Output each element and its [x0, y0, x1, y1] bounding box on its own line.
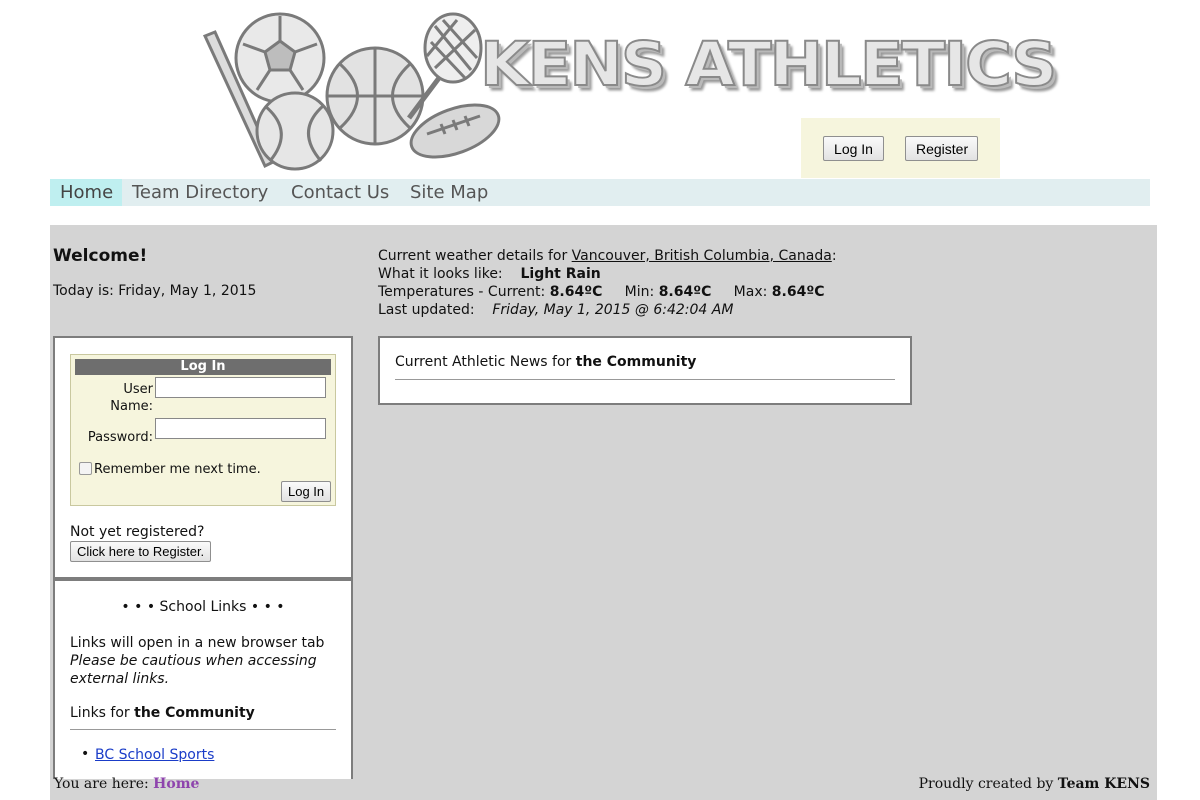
news-title-prefix: Current Athletic News for: [395, 354, 576, 370]
link-bc-school-sports[interactable]: BC School Sports: [95, 747, 214, 763]
login-submit-button[interactable]: Log In: [281, 481, 332, 502]
weather-max-label: Max:: [733, 284, 772, 300]
links-heading-prefix: Links for: [70, 705, 135, 721]
footer-credit: Proudly created by Team KENS: [919, 776, 1150, 792]
username-input[interactable]: [155, 377, 326, 398]
links-note-line2: Please be cautious when accessing extern…: [70, 653, 317, 687]
login-panel: Log In User Name: Password: Remember me …: [53, 336, 353, 579]
weather-looks-value: Light Rain: [520, 266, 601, 282]
links-note: Links will open in a new browser tab Ple…: [70, 634, 340, 688]
footer-credit-prefix: Proudly created by: [918, 776, 1058, 792]
today-date: Today is: Friday, May 1, 2015: [53, 283, 257, 299]
weather-max-temp: 8.64ºC: [771, 284, 825, 300]
weather-intro: Current weather details for: [378, 248, 572, 264]
links-divider: [70, 729, 336, 730]
welcome-heading: Welcome!: [53, 246, 148, 266]
login-title: Log In: [75, 359, 331, 375]
news-title-bold: the Community: [575, 354, 697, 370]
username-label-line2: Name:: [110, 399, 153, 414]
breadcrumb-home-link[interactable]: Home: [153, 776, 199, 792]
weather-min-label: Min:: [624, 284, 659, 300]
header: KENS ATHLETICS Log In Register: [0, 0, 1200, 180]
header-login-button[interactable]: Log In: [823, 136, 884, 161]
weather-looks-label: What it looks like:: [378, 266, 503, 282]
nav-site-map[interactable]: Site Map: [400, 179, 498, 206]
weather-location-link[interactable]: Vancouver, British Columbia, Canada: [572, 248, 832, 264]
news-title: Current Athletic News for the Community: [395, 354, 696, 370]
sports-balls-logo: [202, 12, 501, 171]
remember-checkbox[interactable]: [79, 462, 92, 475]
nav-home[interactable]: Home: [50, 179, 122, 206]
weather-updated-label: Last updated:: [378, 302, 475, 318]
links-note-line1: Links will open in a new browser tab: [70, 635, 325, 651]
news-panel: Current Athletic News for the Community: [378, 336, 912, 405]
main-nav: Home Team Directory Contact Us Site Map: [50, 179, 1150, 206]
password-input[interactable]: [155, 418, 326, 439]
news-divider: [395, 379, 895, 380]
nav-contact-us[interactable]: Contact Us: [281, 179, 399, 206]
weather-panel: Current weather details for Vancouver, B…: [378, 248, 837, 318]
weather-min-temp: 8.64ºC: [658, 284, 712, 300]
not-registered-text: Not yet registered?: [70, 524, 205, 540]
register-link-button[interactable]: Click here to Register.: [70, 541, 212, 562]
links-heading-bold: the Community: [134, 705, 255, 721]
login-form: Log In User Name: Password: Remember me …: [70, 354, 336, 506]
header-register-button[interactable]: Register: [905, 136, 978, 161]
school-links-panel: • • • School Links • • • Links will open…: [53, 579, 353, 779]
links-heading: Links for the Community: [70, 705, 255, 721]
site-brand: KENS ATHLETICS: [479, 29, 1058, 101]
auth-box: Log In Register: [801, 118, 1000, 178]
weather-updated-value: Friday, May 1, 2015 @ 6:42:04 AM: [492, 302, 734, 318]
remember-label: Remember me next time.: [94, 462, 261, 477]
footer-credit-team: Team KENS: [1057, 776, 1150, 792]
links-list: • BC School Sports: [81, 746, 214, 763]
breadcrumb: You are here: Home: [54, 776, 199, 792]
weather-temps-label: Temperatures - Current:: [378, 284, 550, 300]
username-label: User Name:: [89, 381, 153, 415]
bullet-icon: •: [81, 746, 90, 762]
breadcrumb-label: You are here:: [54, 776, 154, 792]
weather-current-temp: 8.64ºC: [549, 284, 603, 300]
password-label: Password:: [87, 430, 153, 445]
nav-team-directory[interactable]: Team Directory: [122, 179, 278, 206]
username-label-line1: User: [123, 382, 153, 397]
links-title: • • • School Links • • •: [121, 599, 285, 615]
